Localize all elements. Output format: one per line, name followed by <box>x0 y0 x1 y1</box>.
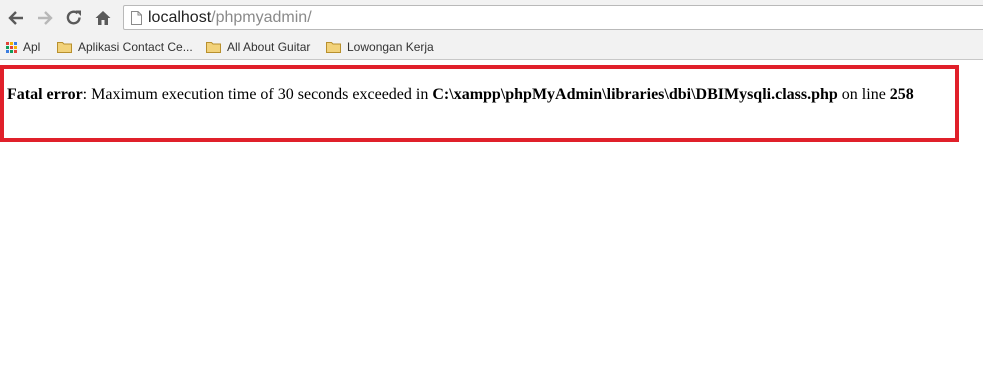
error-file-path: C:\xampp\phpMyAdmin\libraries\dbi\DBIMys… <box>432 86 838 103</box>
bookmarks-bar: Apl Aplikasi Contact Ce... All About Gui… <box>0 36 983 58</box>
home-button[interactable] <box>91 6 115 30</box>
apps-grid-icon <box>6 41 17 53</box>
bookmark-apps[interactable]: Apl <box>6 37 40 57</box>
bookmark-all-about-guitar[interactable]: All About Guitar <box>206 37 310 57</box>
page-icon <box>130 10 142 25</box>
bookmark-lowongan-kerja[interactable]: Lowongan Kerja <box>326 37 434 57</box>
error-label: Fatal error <box>7 86 83 103</box>
bookmark-label: Apl <box>23 40 41 54</box>
reload-icon <box>66 10 81 25</box>
folder-icon <box>57 41 72 53</box>
reload-button[interactable] <box>62 6 86 30</box>
folder-icon <box>206 41 221 53</box>
bookmark-label: All About Guitar <box>227 40 311 54</box>
address-bar[interactable]: localhost/phpmyadmin/ <box>123 5 983 30</box>
folder-icon <box>326 41 341 53</box>
bookmark-label: Lowongan Kerja <box>347 40 434 54</box>
arrow-right-icon <box>38 11 53 25</box>
arrow-left-icon <box>8 11 23 25</box>
forward-button[interactable] <box>33 6 57 30</box>
url-path: /phpmyadmin/ <box>211 8 312 26</box>
url-host: localhost <box>148 8 212 26</box>
back-button[interactable] <box>4 6 28 30</box>
fatal-error-message: Fatal error: Maximum execution time of 3… <box>7 86 914 104</box>
browser-chrome: localhost/phpmyadmin/ Apl Aplikasi Conta… <box>0 0 983 60</box>
home-icon <box>95 11 111 25</box>
error-line-number: 258 <box>889 86 914 103</box>
browser-toolbar: localhost/phpmyadmin/ <box>0 0 983 36</box>
bookmark-aplikasi-contact[interactable]: Aplikasi Contact Ce... <box>57 37 193 57</box>
url-text: localhost/phpmyadmin/ <box>148 9 312 27</box>
error-message-part2: on line <box>837 86 890 103</box>
bookmark-label: Aplikasi Contact Ce... <box>78 40 193 54</box>
error-message-part1: : Maximum execution time of 30 seconds e… <box>82 86 433 103</box>
page-content: Fatal error: Maximum execution time of 3… <box>0 60 983 384</box>
